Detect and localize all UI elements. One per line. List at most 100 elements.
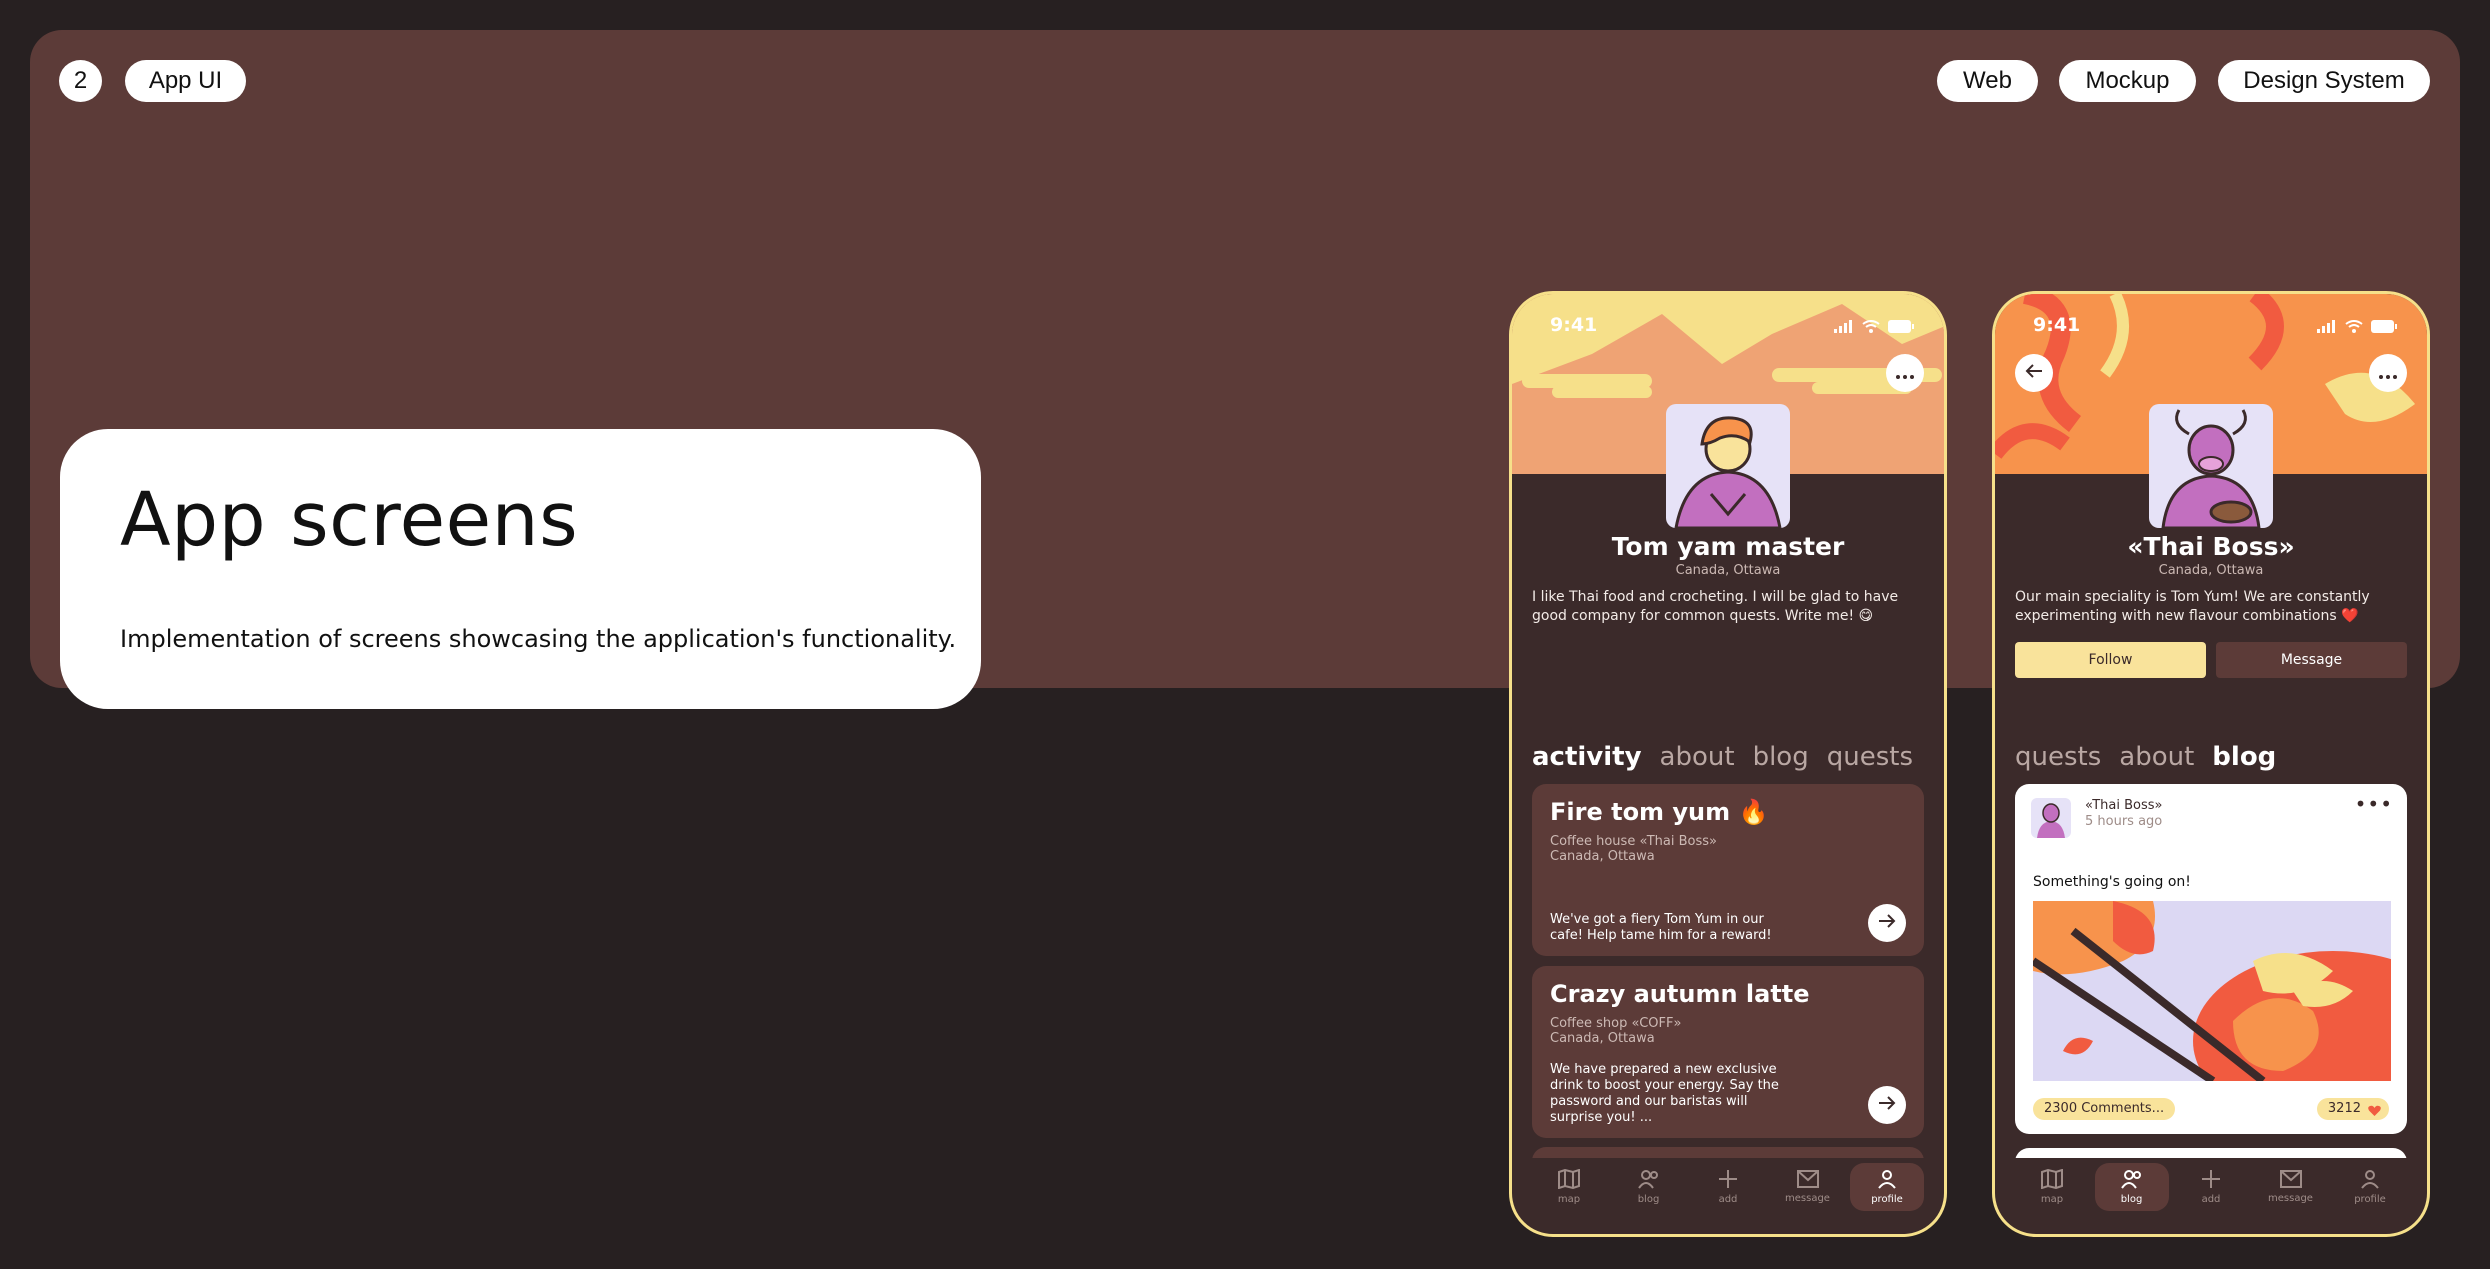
tab-about[interactable]: about: [1660, 742, 1735, 772]
envelope-icon: [2279, 1170, 2302, 1191]
nav-add[interactable]: add: [2174, 1163, 2248, 1211]
nav-message-label: message: [2268, 1193, 2313, 1204]
activity-card-venue: Coffee house «Thai Boss»: [1550, 834, 1717, 849]
blog-post-card[interactable]: «Thai Boss» 5 hours ago ••• Something's …: [2015, 784, 2407, 1134]
status-bar: 9:41: [1550, 314, 1914, 336]
phone-screen-business: 9:41 «Thai Boss» Canada, Ottawa Our main…: [1992, 291, 2430, 1237]
activity-card-location: Canada, Ottawa: [1550, 1031, 1655, 1046]
nav-profile-label: profile: [1871, 1194, 1903, 1205]
business-avatar: [2149, 404, 2273, 528]
post-time: 5 hours ago: [2085, 814, 2163, 829]
nav-profile[interactable]: profile: [2333, 1163, 2407, 1211]
nav-map-label: map: [2040, 1194, 2064, 1205]
message-button[interactable]: Message: [2216, 642, 2407, 678]
profile-actions: Follow Message: [2015, 642, 2407, 678]
post-author-avatar: [2031, 798, 2071, 838]
intro-card: App screens Implementation of screens sh…: [60, 429, 981, 709]
people-icon: [2120, 1169, 2143, 1192]
tag-chip-web[interactable]: Web: [1937, 60, 2038, 102]
people-icon: [1637, 1169, 1660, 1192]
likes-value: 3212: [2327, 1101, 2361, 1116]
follow-button[interactable]: Follow: [2015, 642, 2206, 678]
user-icon: [2360, 1169, 2380, 1192]
activity-card-title: Crazy autumn latte: [1550, 980, 1810, 1008]
post-more-icon[interactable]: •••: [2355, 792, 2393, 816]
bottom-nav: map blog add message profile: [2015, 1158, 2407, 1216]
plus-icon: [1718, 1169, 1738, 1192]
activity-card-description: We've got a fiery Tom Yum in our cafe! H…: [1550, 912, 1772, 943]
business-location: Canada, Ottawa: [2158, 563, 2264, 578]
business-name: «Thai Boss»: [2127, 532, 2295, 561]
nav-add[interactable]: add: [1691, 1163, 1765, 1211]
nav-blog[interactable]: blog: [1612, 1163, 1686, 1211]
post-caption: Something's going on!: [2033, 874, 2191, 890]
activity-card-title: Fire tom yum 🔥: [1550, 798, 1769, 826]
tab-blog[interactable]: blog: [1753, 742, 1809, 772]
nav-add-label: add: [2201, 1194, 2221, 1205]
comments-count[interactable]: 2300 Comments...: [2033, 1098, 2176, 1120]
nav-message-label: message: [1785, 1193, 1830, 1204]
open-activity-button[interactable]: [1868, 1086, 1906, 1124]
battery-icon: [2371, 316, 2397, 338]
signal-icon: [1834, 316, 1854, 338]
tag-chip-mockup[interactable]: Mockup: [2059, 60, 2196, 102]
activity-card-location: Canada, Ottawa: [1550, 849, 1655, 864]
envelope-icon: [1796, 1170, 1819, 1191]
tab-blog[interactable]: blog: [2212, 742, 2276, 772]
more-dots-icon: [1896, 364, 1914, 383]
nav-message[interactable]: message: [2254, 1163, 2328, 1211]
map-icon: [2041, 1168, 2063, 1192]
activity-card[interactable]: Crazy autumn latte Coffee shop «COFF» Ca…: [1532, 966, 1924, 1138]
phone-screen-profile: 9:41 Tom yam master Canada, Ottawa I lik…: [1509, 291, 1947, 1237]
profile-tabs: activity about blog quests: [1532, 742, 1913, 772]
signal-icon: [2317, 316, 2337, 338]
open-activity-button[interactable]: [1868, 904, 1906, 942]
nav-blog[interactable]: blog: [2094, 1163, 2169, 1211]
status-time: 9:41: [2033, 314, 2081, 336]
intro-description: Implementation of screens showcasing the…: [120, 625, 957, 653]
arrow-left-icon: [2025, 363, 2043, 383]
profile-bio: I like Thai food and crocheting. I will …: [1532, 589, 1899, 624]
post-author: «Thai Boss»: [2085, 798, 2163, 813]
nav-map-label: map: [1557, 1194, 1581, 1205]
back-button[interactable]: [2015, 354, 2053, 392]
profile-name: Tom yam master: [1611, 532, 1845, 561]
profile-location: Canada, Ottawa: [1675, 563, 1781, 578]
activity-card-place: Coffee shop «COFF» Canada, Ottawa: [1550, 1016, 1681, 1046]
arrow-right-icon: [1878, 913, 1896, 933]
map-icon: [1558, 1168, 1580, 1192]
category-chip[interactable]: App UI: [125, 60, 246, 102]
more-dots-icon: [2379, 364, 2397, 383]
nav-blog-label: blog: [1637, 1194, 1660, 1205]
activity-card[interactable]: Fire tom yum 🔥 Coffee house «Thai Boss» …: [1532, 784, 1924, 956]
arrow-right-icon: [1878, 1095, 1896, 1115]
tab-quests[interactable]: quests: [2015, 742, 2101, 772]
plus-icon: [2201, 1169, 2221, 1192]
bottom-nav: map blog add message profile: [1532, 1158, 1924, 1216]
wifi-icon: [2345, 316, 2363, 338]
tab-quests[interactable]: quests: [1827, 742, 1913, 772]
heart-icon: [2368, 1103, 2381, 1125]
business-bio: Our main speciality is Tom Yum! We are c…: [2015, 589, 2370, 624]
likes-count[interactable]: 3212: [2316, 1098, 2389, 1120]
nav-map[interactable]: map: [1532, 1163, 1606, 1211]
tag-chip-design-system[interactable]: Design System: [2218, 60, 2430, 102]
nav-blog-label: blog: [2120, 1194, 2143, 1205]
nav-map[interactable]: map: [2015, 1163, 2089, 1211]
user-icon: [1877, 1169, 1897, 1192]
more-options-button[interactable]: [2369, 354, 2407, 392]
more-options-button[interactable]: [1886, 354, 1924, 392]
battery-icon: [1888, 316, 1914, 338]
wifi-icon: [1862, 316, 1880, 338]
status-time: 9:41: [1550, 314, 1598, 336]
post-image[interactable]: [2033, 901, 2391, 1081]
tab-about[interactable]: about: [2119, 742, 2194, 772]
activity-card-place: Coffee house «Thai Boss» Canada, Ottawa: [1550, 834, 1717, 864]
tab-activity[interactable]: activity: [1532, 742, 1642, 772]
nav-profile-label: profile: [2354, 1194, 2386, 1205]
nav-add-label: add: [1718, 1194, 1738, 1205]
nav-message[interactable]: message: [1771, 1163, 1845, 1211]
nav-profile[interactable]: profile: [1850, 1163, 1924, 1211]
business-tabs: quests about blog: [2015, 742, 2276, 772]
section-number-badge: 2: [59, 60, 102, 102]
